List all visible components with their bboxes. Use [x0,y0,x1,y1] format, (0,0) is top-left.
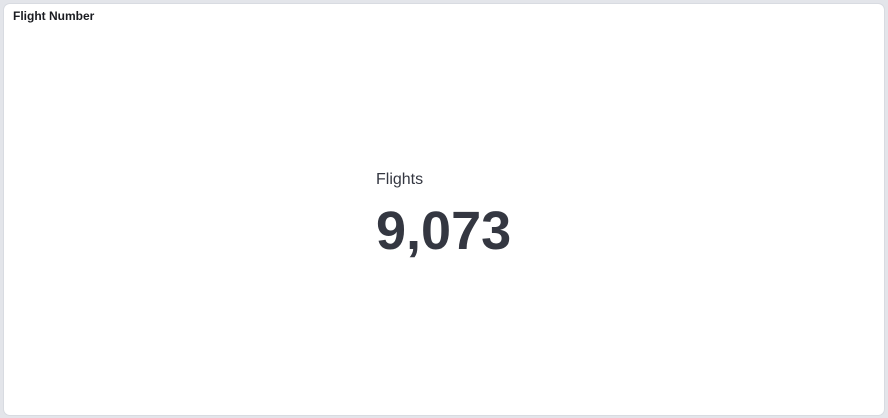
metric-label: Flights [376,171,424,188]
metric-visualization: Flights 9,073 [376,170,511,261]
panel-title: Flight Number [13,9,95,23]
metric-panel: Flight Number Flights 9,073 [4,4,884,415]
metric-value: 9,073 [376,201,512,261]
